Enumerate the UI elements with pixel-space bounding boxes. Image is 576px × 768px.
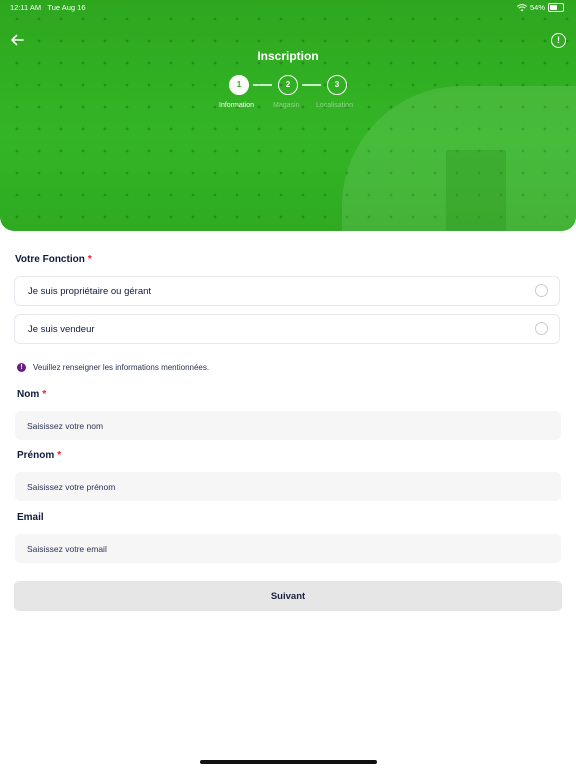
battery-icon (548, 3, 564, 12)
option-vendeur[interactable]: Je suis vendeur (14, 314, 560, 344)
email-label-text: Email (17, 512, 44, 523)
prenom-label-text: Prénom (17, 450, 55, 461)
required-mark: * (57, 450, 62, 461)
suivant-button[interactable]: Suivant (14, 581, 562, 611)
notice-text: Veuillez renseigner les informations men… (33, 363, 210, 372)
email-label: Email (17, 512, 44, 523)
step-3-label: Localisation (316, 102, 353, 109)
status-date: Tue Aug 16 (47, 3, 86, 12)
validation-notice: ! Veuillez renseigner les informations m… (17, 363, 209, 372)
step-1-label: Information (219, 102, 255, 109)
warning-icon: ! (17, 363, 26, 372)
option-label: Je suis propriétaire ou gérant (28, 286, 152, 297)
option-label: Je suis vendeur (28, 324, 95, 335)
page-title: Inscription (257, 49, 319, 63)
status-clock: 12:11 AM (10, 3, 42, 12)
required-mark: * (87, 254, 92, 265)
step-3: 3 (327, 75, 347, 95)
back-arrow-icon[interactable] (8, 31, 26, 49)
step-connector (302, 84, 321, 86)
header-banner: 12:11 AM Tue Aug 16 54% ! Inscription 1 … (0, 0, 576, 231)
email-input[interactable] (15, 534, 561, 563)
status-bar: 12:11 AM Tue Aug 16 54% (0, 0, 576, 16)
prenom-input[interactable] (15, 472, 561, 501)
nom-label-text: Nom (17, 389, 40, 400)
option-proprietaire[interactable]: Je suis propriétaire ou gérant (14, 276, 560, 306)
prenom-label: Prénom * (17, 450, 61, 461)
nom-label: Nom * (17, 389, 46, 400)
fonction-label: Votre Fonction * (15, 254, 92, 265)
nom-input[interactable] (15, 411, 561, 440)
wifi-icon (516, 3, 527, 11)
step-1: 1 (229, 75, 249, 95)
info-icon[interactable]: ! (551, 33, 566, 48)
step-connector (253, 84, 272, 86)
status-right: 54% (516, 3, 564, 12)
status-time: 12:11 AM Tue Aug 16 (10, 3, 86, 12)
radio-button[interactable] (535, 284, 548, 297)
decorative-shape (446, 150, 506, 231)
step-2-label: Magasin (273, 102, 300, 109)
home-indicator (200, 760, 377, 764)
step-2: 2 (278, 75, 298, 95)
battery-percent: 54% (529, 3, 545, 12)
fonction-label-text: Votre Fonction (15, 254, 85, 265)
progress-stepper: 1 2 3 Information Magasin Localisation (218, 75, 368, 115)
radio-button[interactable] (535, 322, 548, 335)
required-mark: * (42, 389, 47, 400)
